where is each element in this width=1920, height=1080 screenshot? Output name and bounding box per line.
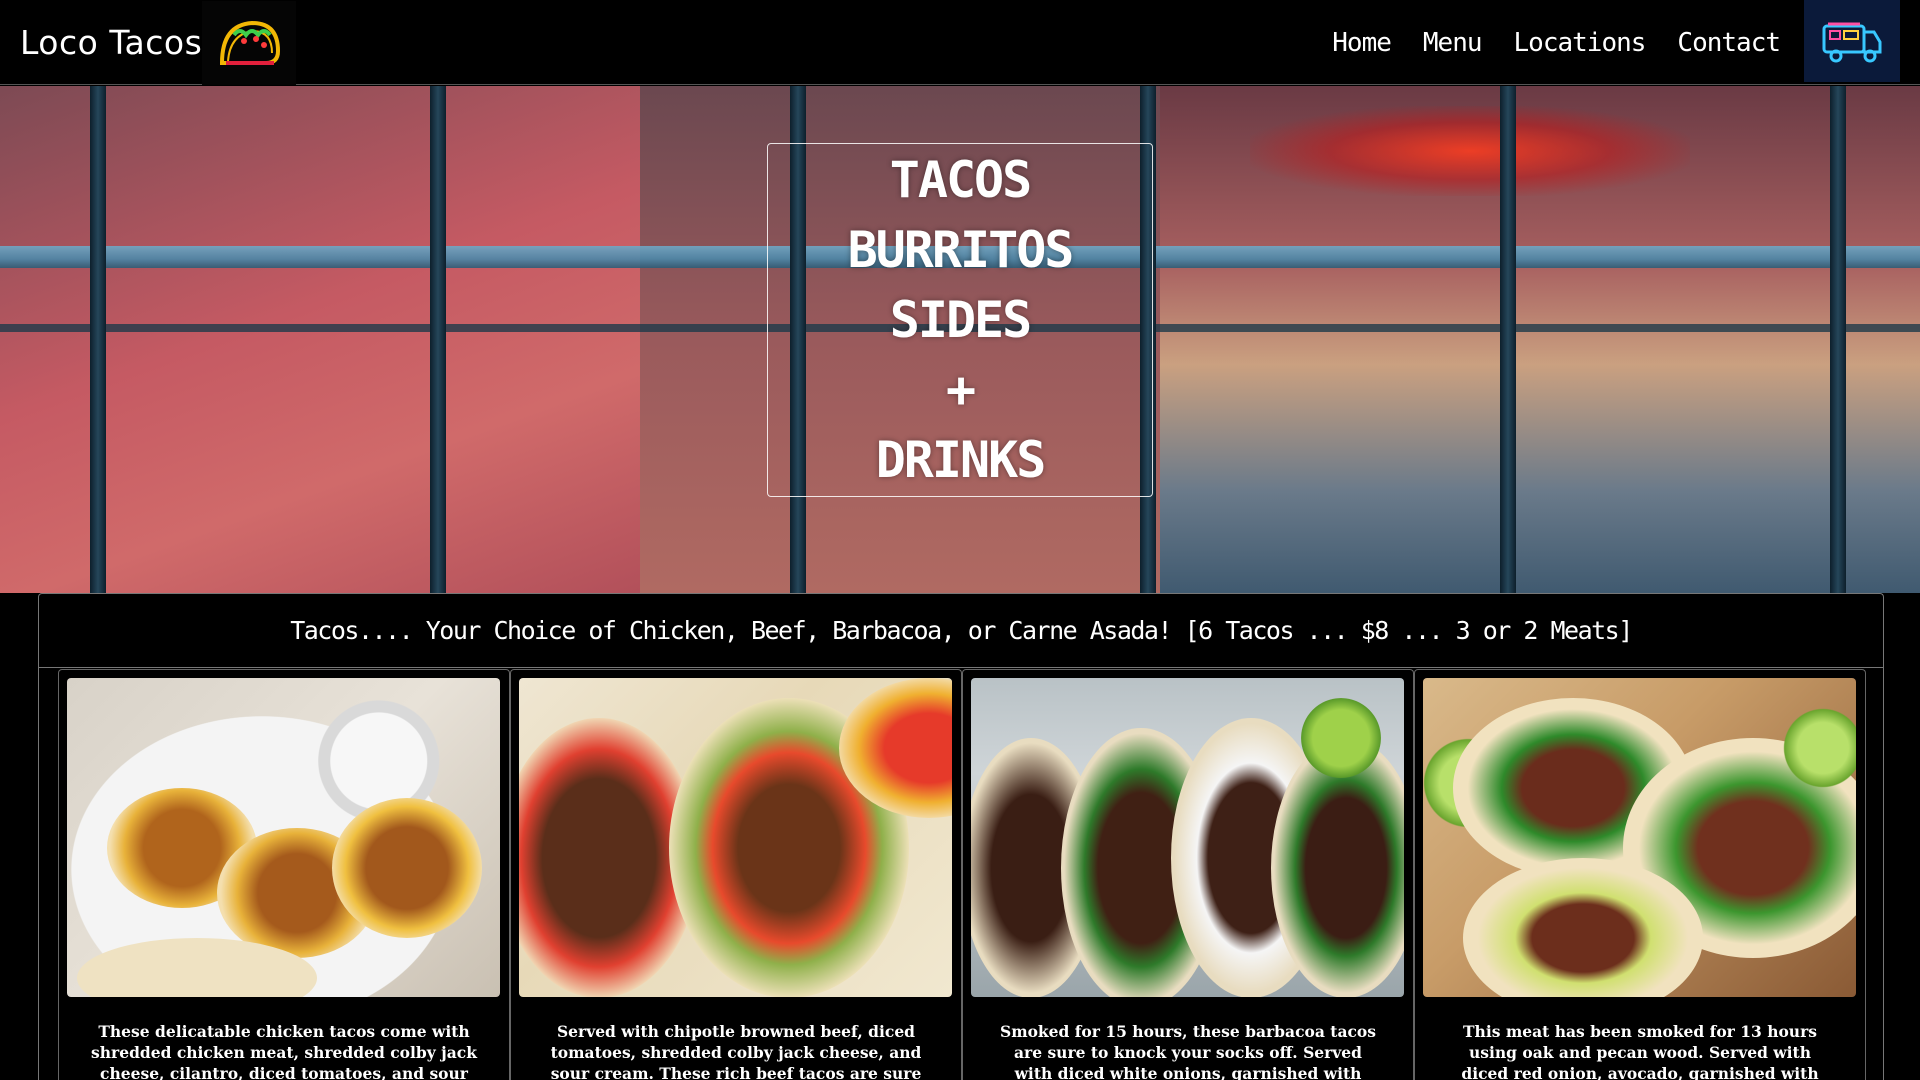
nav-menu[interactable]: Menu [1423,28,1483,58]
card-carne-asada[interactable]: This meat has been smoked for 13 hours u… [1414,669,1866,1080]
carne-asada-tacos-image [1423,678,1856,997]
beef-tacos-image [519,678,952,997]
card-description: These delicatable chicken tacos come wit… [91,1022,477,1080]
card-beef[interactable]: Served with chipotle browned beef, diced… [510,669,962,1080]
brand-name[interactable]: Loco Tacos [20,23,202,62]
food-truck-icon[interactable] [1804,0,1900,82]
hero-menu-box: TACOS BURRITOS SIDES + DRINKS [767,143,1153,497]
hero-line-sides: SIDES [889,291,1033,349]
hero-line-drinks: DRINKS [875,431,1047,489]
taco-icon[interactable] [202,0,297,85]
brand[interactable]: Loco Tacos [20,0,297,85]
barbacoa-tacos-image [971,678,1404,997]
section-header: Tacos.... Your Choice of Chicken, Beef, … [39,594,1883,668]
hero-line-plus: + [945,361,976,419]
hero-line-burritos: BURRITOS [847,221,1075,279]
nav-home[interactable]: Home [1332,28,1392,58]
nav-contact[interactable]: Contact [1677,28,1781,58]
section-title: Tacos.... Your Choice of Chicken, Beef, … [290,616,1633,645]
card-chicken[interactable]: These delicatable chicken tacos come wit… [58,669,510,1080]
hero-line-tacos: TACOS [889,151,1033,209]
navbar: Loco Tacos Home Menu Locations Contact [0,0,1920,85]
card-description: Smoked for 15 hours, these barbacoa taco… [1000,1022,1376,1080]
card-description: Served with chipotle browned beef, diced… [550,1022,922,1080]
card-description: This meat has been smoked for 13 hours u… [1461,1022,1819,1080]
taco-cards: These delicatable chicken tacos come wit… [58,669,1866,1080]
nav-links: Home Menu Locations Contact [1332,0,1781,85]
tacos-section: Tacos.... Your Choice of Chicken, Beef, … [38,593,1884,1080]
nav-locations[interactable]: Locations [1514,28,1647,58]
hero-banner: TACOS BURRITOS SIDES + DRINKS [0,86,1920,593]
chicken-tacos-image [67,678,500,997]
card-barbacoa[interactable]: Smoked for 15 hours, these barbacoa taco… [962,669,1414,1080]
